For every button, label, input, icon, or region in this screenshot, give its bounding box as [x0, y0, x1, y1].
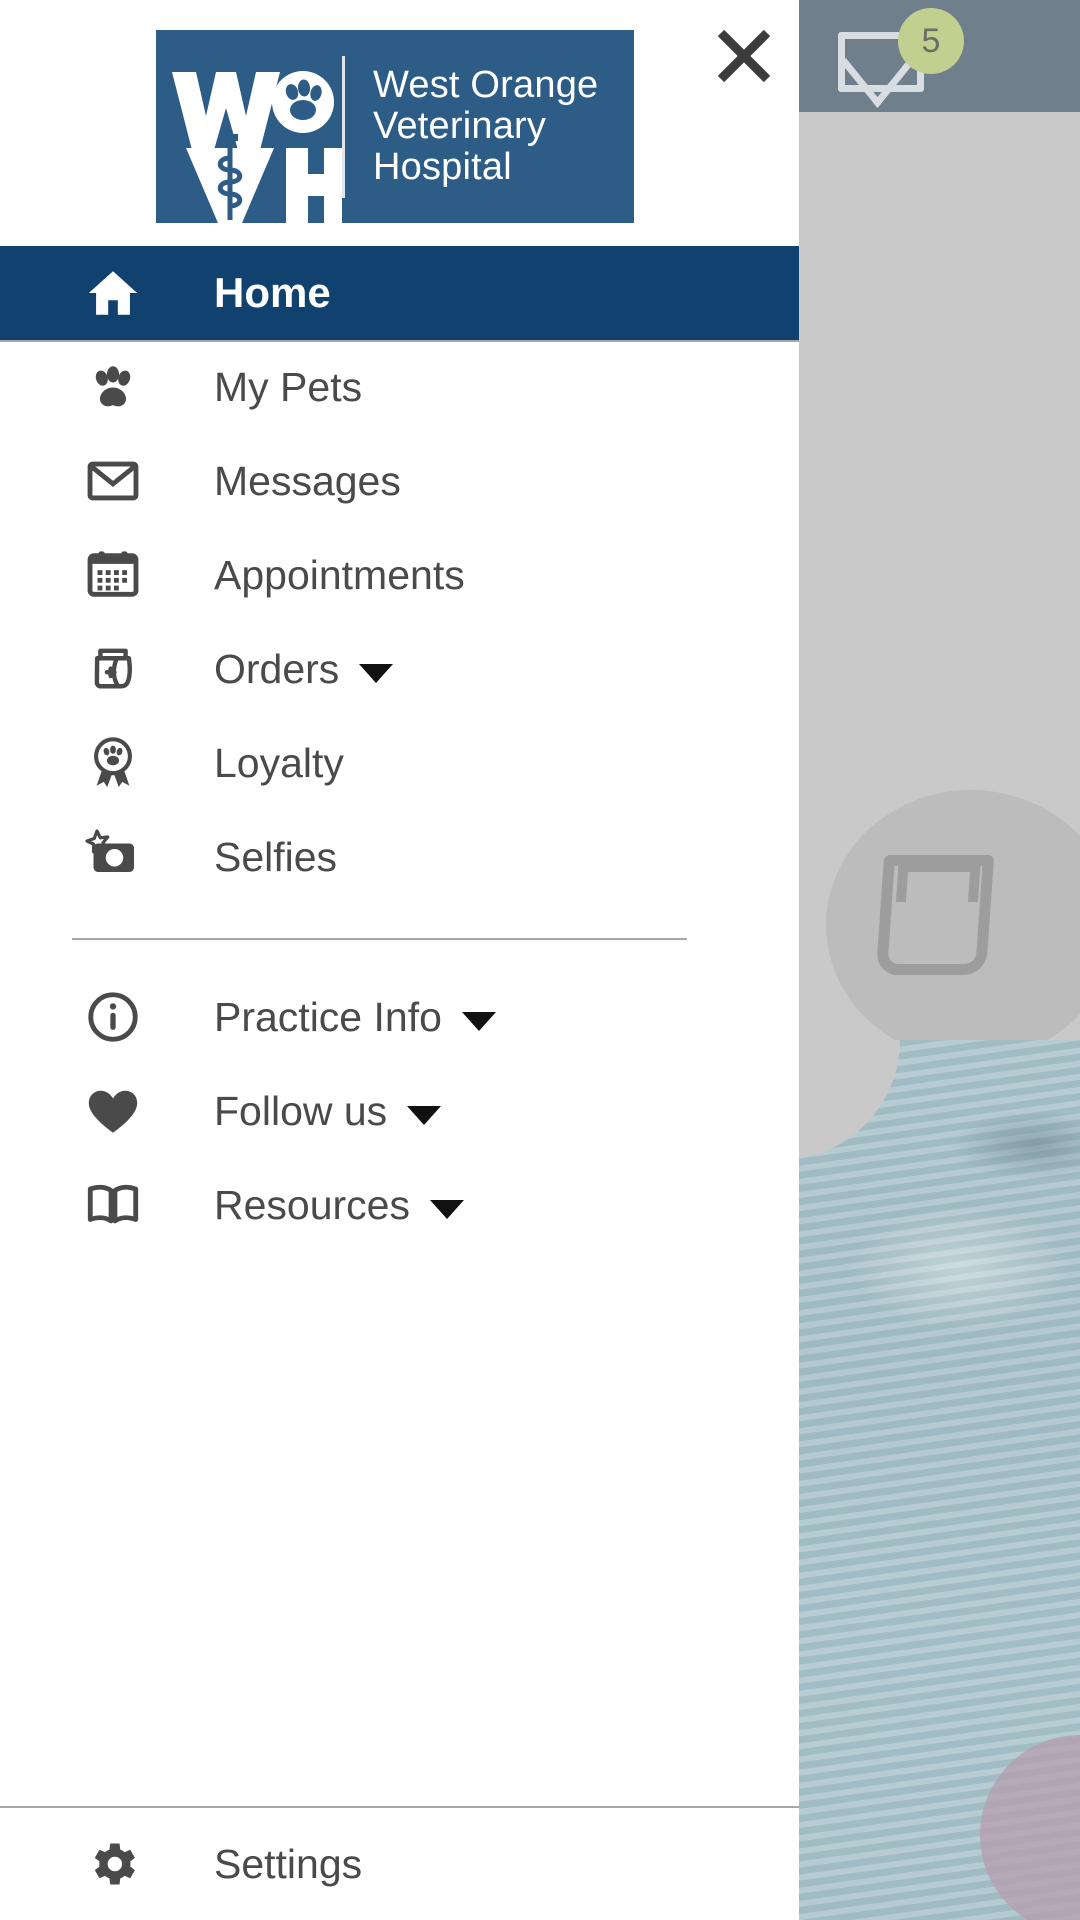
sidebar-item-my-pets[interactable]: My Pets [0, 340, 799, 434]
logo-line-1: West Orange [373, 63, 599, 106]
close-drawer-button[interactable] [689, 6, 799, 106]
sidebar-item-label: Orders [214, 645, 340, 692]
sidebar-item-loyalty[interactable]: Loyalty [0, 716, 799, 810]
sidebar-item-resources[interactable]: Resources [0, 1158, 799, 1252]
practice-logo: West Orange Veterinary Hospital [156, 30, 634, 223]
chevron-down-icon[interactable] [429, 1199, 464, 1219]
heart-icon [82, 1080, 144, 1142]
unread-count-badge: 5 [898, 8, 964, 74]
sidebar-item-label: Messages [214, 457, 401, 504]
sidebar-item-label: Settings [214, 1840, 363, 1887]
sidebar-item-home[interactable]: Home [0, 246, 799, 340]
calendar-icon [82, 544, 144, 606]
book-icon [82, 1174, 144, 1236]
drawer-header: West Orange Veterinary Hospital [0, 0, 799, 246]
gear-icon [82, 1833, 144, 1895]
camera-star-icon [82, 826, 144, 888]
primary-nav-list: Home My Pets Messages Appointments Order… [0, 246, 799, 904]
logo-wordmark: West Orange Veterinary Hospital [345, 63, 599, 189]
sidebar-item-label: Follow us [214, 1087, 388, 1134]
logo-divider [342, 55, 345, 198]
chevron-down-icon[interactable] [407, 1105, 442, 1125]
sidebar-item-label: Selfies [214, 833, 338, 880]
sidebar-item-messages[interactable]: Messages [0, 434, 799, 528]
food-bag-icon [82, 638, 144, 700]
sidebar-item-orders[interactable]: Orders [0, 622, 799, 716]
secondary-nav-list: Practice Info Follow us Resources [0, 970, 799, 1252]
info-circle-icon [82, 986, 144, 1048]
sidebar-item-label: Appointments [214, 551, 465, 598]
background-food-bag-icon [875, 855, 995, 975]
sidebar-item-label: Resources [214, 1181, 410, 1228]
logo-line-2: Veterinary [373, 104, 547, 147]
chevron-down-icon[interactable] [461, 1011, 496, 1031]
nav-section-divider [72, 938, 687, 940]
sidebar-item-label: My Pets [214, 363, 363, 410]
sidebar-item-label: Home [214, 269, 331, 316]
navigation-drawer: West Orange Veterinary Hospital Home My … [0, 0, 799, 1920]
wovh-logo-mark [156, 30, 342, 223]
sidebar-item-label: Practice Info [214, 993, 442, 1040]
home-icon [82, 262, 144, 324]
sidebar-item-follow-us[interactable]: Follow us [0, 1064, 799, 1158]
envelope-icon [82, 450, 144, 512]
close-icon [717, 29, 771, 83]
sidebar-item-label: Loyalty [214, 739, 344, 786]
award-paw-icon [82, 732, 144, 794]
logo-line-3: Hospital [373, 146, 512, 189]
sidebar-item-practice-info[interactable]: Practice Info [0, 970, 799, 1064]
paw-icon [82, 356, 144, 418]
sidebar-item-settings[interactable]: Settings [0, 1808, 799, 1920]
sidebar-item-selfies[interactable]: Selfies [0, 810, 799, 904]
sidebar-item-appointments[interactable]: Appointments [0, 528, 799, 622]
chevron-down-icon[interactable] [359, 663, 394, 683]
